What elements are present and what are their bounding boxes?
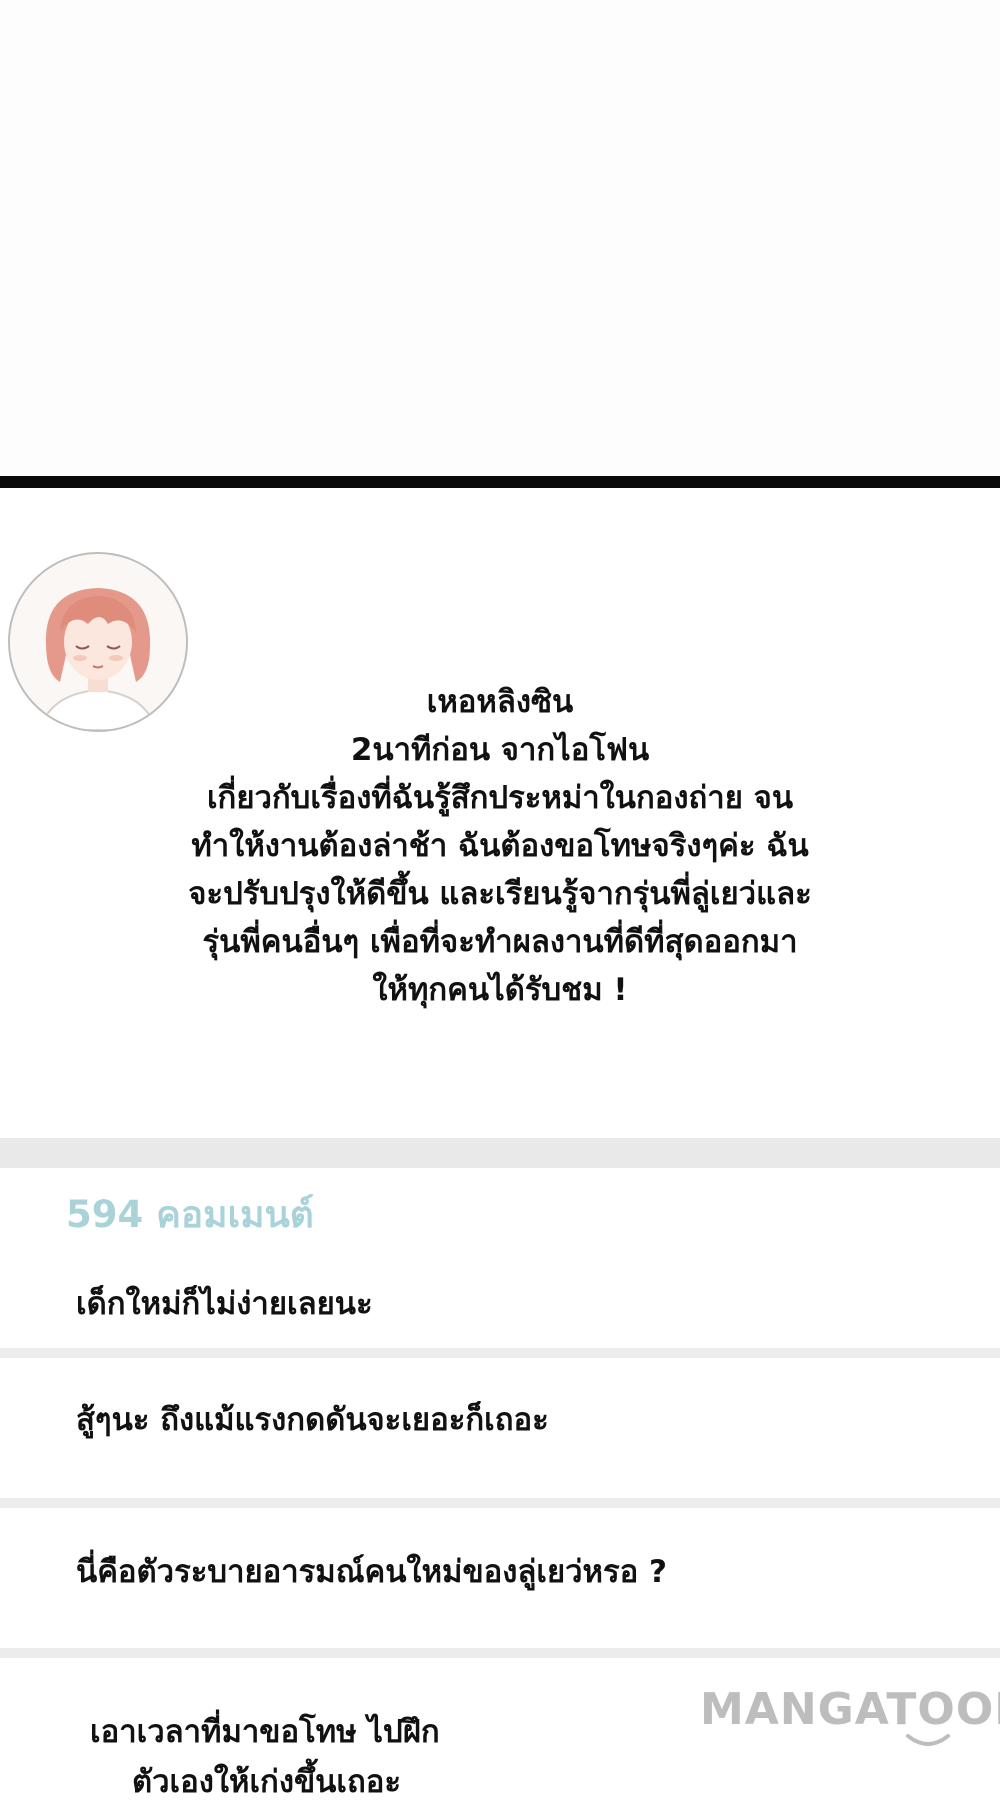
smile-icon <box>906 1734 950 1746</box>
comment-separator <box>0 1348 1000 1358</box>
post-author[interactable]: เหอหลิงซิน <box>130 678 870 726</box>
comment-item[interactable]: เด็กใหม่ก็ไม่ง่ายเลยนะ <box>0 1268 1000 1348</box>
comment-separator <box>0 1648 1000 1658</box>
post-line: เกี่ยวกับเรื่องที่ฉันรู้สึกประหม่าในกองถ… <box>206 780 794 816</box>
post-line: ให้ทุกคนได้รับชม ! <box>372 972 628 1008</box>
section-band <box>0 1138 1000 1168</box>
comment-text: เด็กใหม่ก็ไม่ง่ายเลยนะ <box>76 1286 373 1322</box>
post-line: รุ่นพี่คนอื่นๆ เพื่อที่จะทำผลงานที่ดีที่… <box>202 924 798 960</box>
comment-item[interactable]: นี่คือตัวระบายอารมณ์คนใหม่ของลู่เยว่หรอ … <box>0 1508 1000 1648</box>
post-meta: 2นาทีก่อน จากไอโฟน <box>350 732 650 768</box>
comment-text: เอาเวลาที่มาขอโทษ ไปฝึก <box>90 1714 440 1750</box>
post-line: ทำให้งานต้องล่าช้า ฉันต้องขอโทษจริงๆค่ะ … <box>191 828 809 864</box>
comment-item[interactable]: สู้ๆนะ ถึงแม้แรงกดดันจะเยอะก็เถอะ <box>0 1358 1000 1498</box>
top-blank-panel <box>0 0 1000 476</box>
post-line: จะปรับปรุงให้ดีขึ้น และเรียนรู้จากรุ่นพี… <box>188 876 812 912</box>
comment-text: นี่คือตัวระบายอารมณ์คนใหม่ของลู่เยว่หรอ … <box>76 1554 668 1590</box>
comment-text: ตัวเองให้เก่งขึ้นเถอะ <box>132 1764 401 1800</box>
black-divider <box>0 476 1000 488</box>
comment-text: สู้ๆนะ ถึงแม้แรงกดดันจะเยอะก็เถอะ <box>76 1402 549 1438</box>
post-content: เหอหลิงซิน 2นาทีก่อน จากไอโฟน เกี่ยวกับเ… <box>130 678 870 1014</box>
comment-separator <box>0 1498 1000 1508</box>
mangatoon-watermark: MANGATOON <box>700 1684 1000 1735</box>
comment-count[interactable]: 594 คอมเมนต์ <box>66 1185 314 1244</box>
